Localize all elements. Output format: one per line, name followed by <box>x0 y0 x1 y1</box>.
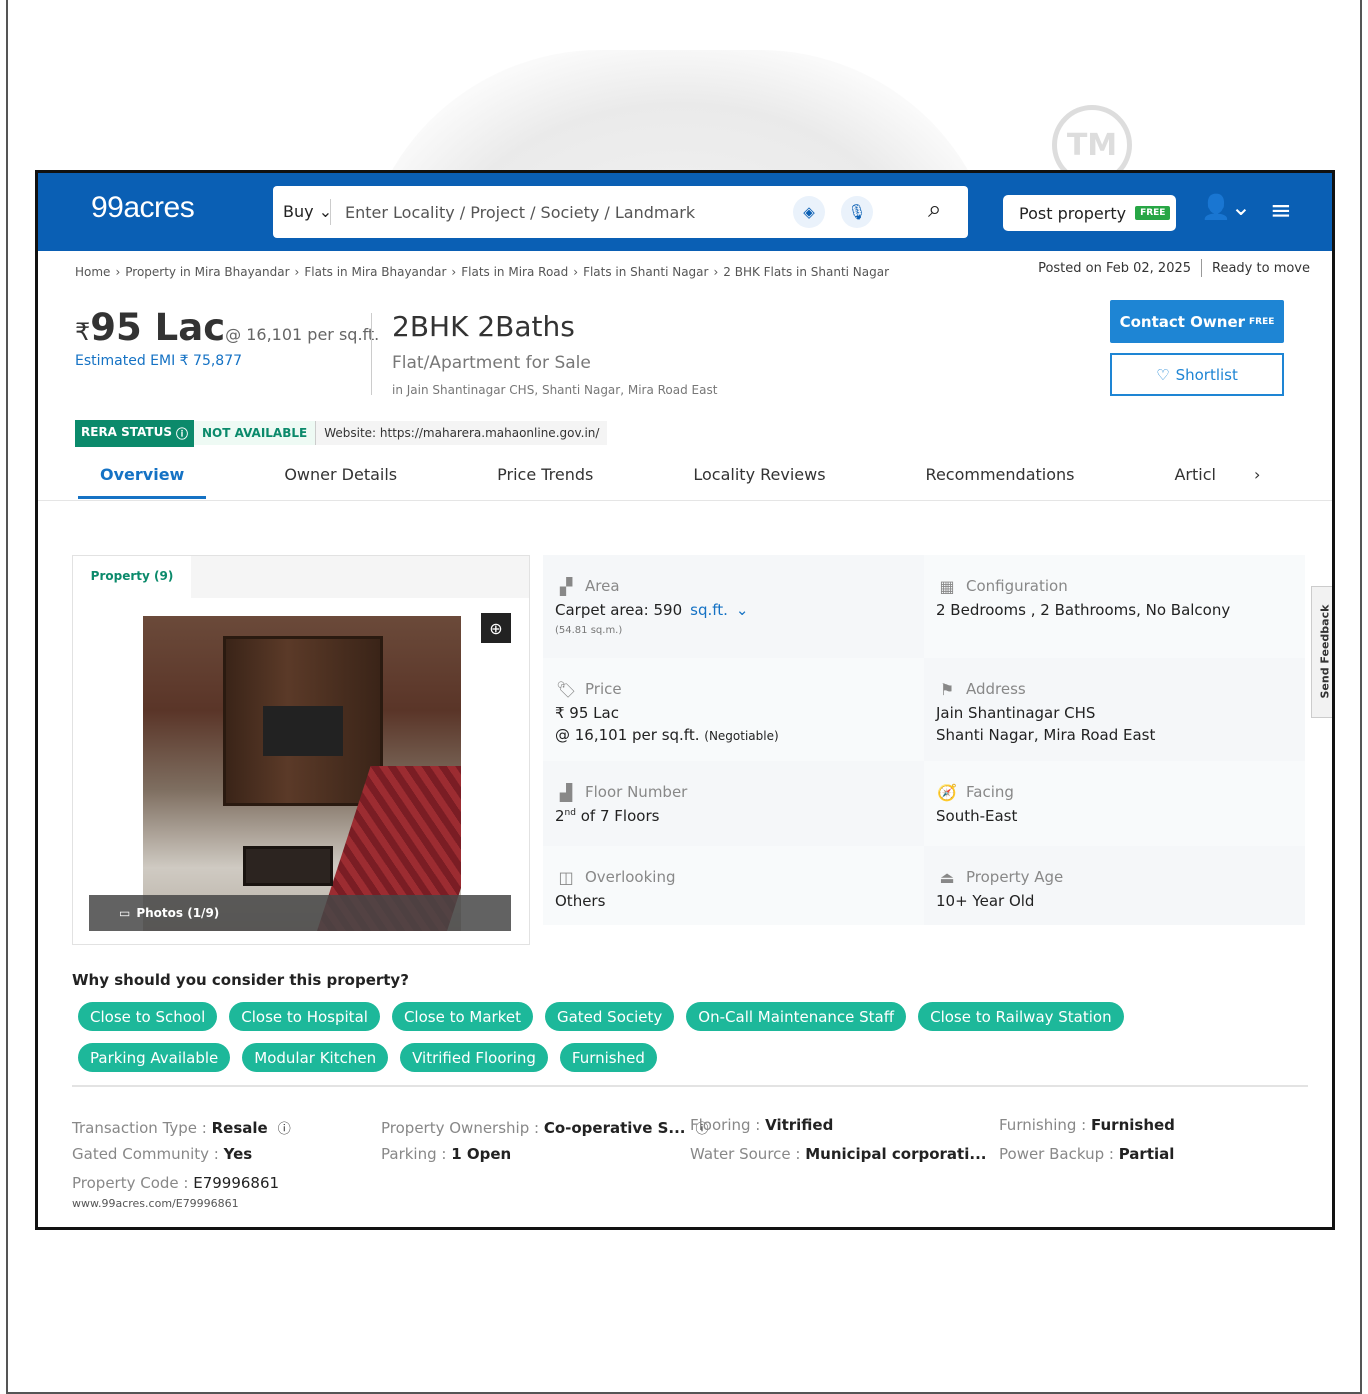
compass-icon: 🧭 <box>937 782 957 802</box>
detail-address: ⚑ Address Jain Shantinagar CHS Shanti Nag… <box>924 658 1305 761</box>
feature-chip: Parking Available <box>78 1043 231 1072</box>
rera-status: RERA STATUS ⓘ NOT AVAILABLE Website: http… <box>75 419 608 447</box>
section-divider <box>72 1085 1308 1087</box>
photo-gallery: Property (9) ⊕ ▭ Photos (1/9) <box>72 555 530 945</box>
detail-configuration: ▦ Configuration 2 Bedrooms , 2 Bathrooms,… <box>924 555 1305 658</box>
microphone-icon[interactable]: 🎙 <box>841 196 873 228</box>
feature-chip: On-Call Maintenance Staff <box>686 1002 907 1031</box>
feature-chip: Close to Hospital <box>229 1002 380 1031</box>
search-icon[interactable]: ⌕ <box>928 195 941 223</box>
property-url[interactable]: www.99acres.com/E79996861 <box>72 1197 239 1210</box>
buy-dropdown[interactable]: Buy ⌄ <box>283 202 332 221</box>
photos-count-bar[interactable]: ▭ Photos (1/9) <box>89 895 511 931</box>
send-feedback-tab[interactable]: Send Feedback <box>1311 586 1332 718</box>
feature-chip: Vitrified Flooring <box>400 1043 548 1072</box>
search-divider <box>330 199 331 225</box>
hamburger-menu-icon[interactable]: ≡ <box>1270 196 1292 226</box>
tab-underline <box>38 500 1332 501</box>
feature-chip: Gated Society <box>544 1002 675 1031</box>
rera-value: NOT AVAILABLE <box>193 421 317 445</box>
fact-property-code: Property Code : E79996861 <box>72 1174 280 1192</box>
breadcrumb-item[interactable]: Flats in Mira Bhayandar <box>304 265 446 279</box>
feature-chips: Close to School Close to Hospital Close … <box>78 1002 1278 1072</box>
breadcrumb-item: 2 BHK Flats in Shanti Nagar <box>723 265 890 279</box>
unit-dropdown[interactable]: sq.ft. <box>690 601 728 619</box>
image-icon: ▭ <box>119 906 131 920</box>
property-photo[interactable] <box>143 616 461 931</box>
zoom-icon[interactable]: ⊕ <box>481 613 511 643</box>
fact-water-source: Water Source : Municipal corporati... <box>690 1145 987 1163</box>
feature-chip: Modular Kitchen <box>242 1043 389 1072</box>
fact-parking: Parking : 1 Open <box>381 1145 512 1163</box>
breadcrumb-item[interactable]: Home <box>75 265 110 279</box>
area-icon: ▞ <box>559 576 573 596</box>
locate-icon[interactable]: ◈ <box>793 196 825 228</box>
fact-gated-community: Gated Community : Yes <box>72 1145 253 1163</box>
breadcrumb-item[interactable]: Flats in Shanti Nagar <box>583 265 708 279</box>
site-logo[interactable]: 99acres <box>91 191 195 225</box>
possession-status: Ready to move <box>1212 260 1310 276</box>
property-details: ▞ Area Carpet area: 590 sq.ft. ⌄ (54.81 sq.… <box>543 555 1305 925</box>
price-per-sqft: @ 16,101 per sq.ft. <box>225 325 380 344</box>
emi-link[interactable]: Estimated EMI ₹ 75,877 <box>75 353 242 369</box>
window-icon: ◫ <box>558 867 574 887</box>
detail-price: 🏷 Price ₹ 95 Lac @ 16,101 per sq.ft. (Neg… <box>543 658 924 761</box>
contact-owner-button[interactable]: Contact Owner FREE <box>1110 300 1284 343</box>
detail-area: ▞ Area Carpet area: 590 sq.ft. ⌄ (54.81 sq.… <box>543 555 924 658</box>
listing-price: ₹95 Lac@ 16,101 per sq.ft. <box>75 306 380 349</box>
breadcrumb: Home › Property in Mira Bhayandar › Flats … <box>75 265 890 279</box>
tab-overview[interactable]: Overview <box>78 465 207 499</box>
post-property-button[interactable]: Post property FREE <box>1003 195 1176 231</box>
posted-date: Posted on Feb 02, 2025 <box>1038 260 1192 276</box>
heart-icon: ♡ <box>1156 365 1170 384</box>
shortlist-button[interactable]: ♡ Shortlist <box>1110 353 1284 396</box>
rera-website[interactable]: Website: https://maharera.mahaonline.gov… <box>316 421 608 445</box>
feature-chip: Furnished <box>559 1043 657 1072</box>
fact-flooring: Flooring : Vitrified <box>690 1116 834 1134</box>
search-bar: Buy ⌄ ◈ 🎙 ⌕ <box>273 186 968 238</box>
tab-owner-details[interactable]: Owner Details <box>262 465 419 499</box>
detail-facing: 🧭 Facing South-East <box>924 761 1305 846</box>
fact-ownership: Property Ownership : Co-operative S... ⓘ <box>381 1119 709 1137</box>
info-icon[interactable]: ⓘ <box>278 1122 291 1137</box>
why-consider-title: Why should you consider this property? <box>72 971 409 989</box>
gallery-tab-property[interactable]: Property (9) <box>73 556 191 598</box>
tab-locality-reviews[interactable]: Locality Reviews <box>671 465 847 499</box>
screenshot: 99acres Buy ⌄ ◈ 🎙 ⌕ Post propertyFREE 👤⌄… <box>35 170 1335 1230</box>
floorplan-icon: ▦ <box>939 576 955 596</box>
search-input[interactable] <box>345 196 775 228</box>
price-tag-icon: 🏷 <box>555 679 577 699</box>
listing-title: 2BHK 2Baths <box>392 310 575 343</box>
key-facts: Transaction Type : Resale ⓘ Property Owne… <box>72 1116 1312 1198</box>
fact-furnishing: Furnishing : Furnished <box>999 1116 1175 1134</box>
divider <box>371 313 372 395</box>
detail-floor: ▟ Floor Number 2nd of 7 Floors <box>543 761 924 846</box>
building-age-icon: ⏏ <box>939 867 955 887</box>
feature-chip: Close to Railway Station <box>918 1002 1124 1031</box>
floors-icon: ▟ <box>559 782 573 802</box>
user-icon[interactable]: 👤⌄ <box>1201 193 1251 221</box>
chevron-right-icon[interactable]: › <box>1254 465 1260 499</box>
breadcrumb-item[interactable]: Flats in Mira Road <box>461 265 568 279</box>
section-tabs: Overview Owner Details Price Trends Loca… <box>78 465 1260 499</box>
fact-power-backup: Power Backup : Partial <box>999 1145 1175 1163</box>
tab-price-trends[interactable]: Price Trends <box>475 465 615 499</box>
tab-articles[interactable]: Articl <box>1152 465 1237 499</box>
feature-chip: Close to School <box>78 1002 218 1031</box>
posted-info: Posted on Feb 02, 2025 Ready to move <box>1038 259 1310 277</box>
detail-overlooking: ◫ Overlooking Others <box>543 846 924 925</box>
signpost-icon: ⚑ <box>939 679 955 699</box>
top-header: 99acres Buy ⌄ ◈ 🎙 ⌕ Post propertyFREE 👤⌄… <box>38 173 1332 251</box>
info-icon[interactable]: ⓘ <box>176 425 188 442</box>
rera-label: RERA STATUS ⓘ <box>75 419 194 447</box>
breadcrumb-item[interactable]: Property in Mira Bhayandar <box>125 265 289 279</box>
tab-recommendations[interactable]: Recommendations <box>904 465 1097 499</box>
free-badge: FREE <box>1135 206 1171 220</box>
detail-property-age: ⏏ Property Age 10+ Year Old <box>924 846 1305 925</box>
listing-location: in Jain Shantinagar CHS, Shanti Nagar, M… <box>392 383 718 397</box>
fact-transaction-type: Transaction Type : Resale ⓘ <box>72 1119 291 1137</box>
feature-chip: Close to Market <box>391 1002 533 1031</box>
listing-subtitle: Flat/Apartment for Sale <box>392 353 591 373</box>
